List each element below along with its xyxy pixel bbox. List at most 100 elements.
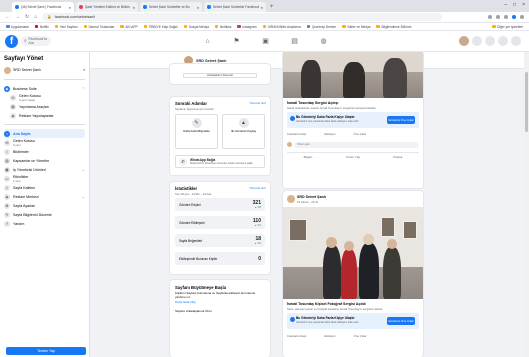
sidebar-item-business-tools[interactable]: ▦ İş Yöneticisi Ürünleri ⌄ (4, 165, 85, 174)
sidebar-item-settings[interactable]: ⚙ Sayfa Ayarları (4, 201, 85, 210)
bookmark[interactable]: Netfloks (214, 25, 231, 29)
profile-icon[interactable] (512, 15, 516, 19)
comment-button[interactable]: Yorum Yap (346, 155, 360, 159)
post-photo[interactable] (283, 52, 423, 98)
like-button[interactable]: Beğen (304, 155, 313, 159)
close-tab-icon[interactable]: × (69, 5, 71, 10)
close-tab-icon[interactable]: × (197, 5, 199, 10)
menu-icon[interactable] (472, 36, 482, 46)
pages-nav-icon[interactable]: ⚑ (229, 34, 244, 48)
boost-post-button[interactable]: Gönderiyi Öne Çıkar (387, 116, 415, 124)
sidebar-item-publishing-tools[interactable]: ▤ Yayınlama Araçları (4, 102, 85, 111)
page-switcher[interactable]: SRD Selvet Şanlı ▾ (4, 65, 85, 75)
person-figure (383, 58, 407, 98)
sidebar-item-home[interactable]: ⌂ Ana Sayfa (4, 129, 85, 138)
post-photo[interactable] (283, 207, 423, 299)
post-metrics: İnsanlara Ulaştı Etkileşim Öne Çıkar (287, 334, 366, 338)
whatsapp-row[interactable]: ✆ WhatsApp Bağla Müşterilerinin WhatsApp… (175, 155, 265, 168)
insight-row[interactable]: Etkileşimde Bulunan Kişiler 0 (175, 252, 265, 265)
home-nav-icon[interactable]: ⌂ (200, 34, 215, 48)
suggestion-card[interactable]: ▲ İlk Gönderini Paylaş (222, 114, 265, 149)
scrollbar[interactable] (524, 52, 529, 357)
star-icon[interactable] (496, 15, 500, 19)
groups-nav-icon[interactable]: ◍ (316, 34, 331, 48)
sidebar-item-scope[interactable]: ▥ Kapsamlar ve Yönetim (4, 156, 85, 165)
sidebar-item-business-suite[interactable]: ◉ Business Suite ⌃ (4, 84, 85, 93)
sidebar-item-inbox-2[interactable]: ✉ Gelen Kutusu 4 yeni (4, 138, 85, 147)
promote-button[interactable]: Tanıtım Yap (6, 347, 86, 355)
marketplace-nav-icon[interactable]: ▤ (287, 34, 302, 48)
see-all-link[interactable]: Tümünü Gör (249, 101, 266, 105)
messenger-icon[interactable] (485, 36, 495, 46)
learn-more-link[interactable]: Daha fazla bilgi (175, 300, 196, 304)
megaphone-icon: ◈ (4, 193, 10, 200)
sidebar-item-notifications[interactable]: ♪ Bildirimler (4, 147, 85, 156)
bookmark[interactable]: AKI APP (120, 24, 138, 29)
bookmark[interactable]: GİRANİ Bilim Araştırma (262, 25, 301, 29)
back-icon[interactable]: ← (5, 14, 10, 20)
sidebar-item-events[interactable]: ▭ Etkinlikler 1 yeni (4, 174, 85, 183)
sidebar-item-ad-tools[interactable]: ◈ Reklam Yayınlayanlar (4, 111, 85, 120)
facebook-search[interactable]: ⚲ Facebook'ta Ara (21, 36, 51, 46)
sidebar-item-page-quality[interactable]: ✓ Sayfa Kalitesi (4, 183, 85, 192)
new-tab-button[interactable]: + (270, 4, 274, 10)
lock-icon: 🔒 (47, 15, 52, 19)
other-bookmarks[interactable]: Diğer yer işaretleri (492, 25, 523, 29)
quality-icon: ✓ (4, 184, 10, 191)
post-page-name[interactable]: SRD Selvet Şanlı (297, 195, 326, 199)
see-all-link[interactable]: Tümünü Gör (249, 186, 266, 190)
facebook-logo-icon[interactable]: f (5, 35, 18, 48)
sidebar-item-sub: 4 yeni mesaj (19, 97, 35, 102)
bookmarks-bar: Uygulamalar Netflix Yeni Sayfam Sarmal T… (0, 23, 529, 31)
bookmark[interactable]: Uygulamalar (6, 25, 29, 29)
bookmark[interactable]: Sarmal Tıklamalar (83, 25, 114, 29)
invite-friends-button[interactable]: Arkadaşlarını Davet Et (183, 73, 257, 78)
bookmark[interactable]: Netflix (34, 25, 49, 29)
bookmark[interactable]: Sosyal Medya (183, 25, 209, 29)
home-icon[interactable]: ⌂ (34, 14, 37, 20)
sidebar-item-edit-page-info[interactable]: ✎ Sayfa Bilgilerini Düzenle (4, 210, 85, 219)
forward-icon[interactable]: → (15, 14, 20, 20)
card-footer[interactable]: Sayfanı Arkadaşlarına Öner (175, 309, 212, 313)
insight-row[interactable]: Gönderi Etkileşimi 110 ▲ %4 (175, 216, 265, 229)
avatar[interactable] (459, 36, 469, 46)
bookmark[interactable]: Instagram (237, 25, 257, 29)
extension-icon[interactable] (504, 15, 508, 19)
account-dropdown-icon[interactable] (511, 36, 521, 46)
comment-input[interactable]: Yorum yaz... (294, 141, 419, 148)
sidebar-item-help[interactable]: ? Yardım (4, 219, 85, 228)
browser-tab[interactable]: Selvet Şanlı Sohbetler ve Bu × (140, 2, 202, 12)
bookmark[interactable]: Vikiler ve Medya (342, 25, 370, 29)
maximize-icon[interactable]: □ (513, 2, 516, 8)
bookmark[interactable]: Bilgilendirme Bölümü (376, 25, 411, 29)
bookmark[interactable]: TİBBİYE Kalp Sağlık (143, 25, 178, 29)
notifications-icon[interactable] (498, 36, 508, 46)
post-title: İsmail Tosuntaş Sergisi Açılışı (287, 101, 339, 105)
browser-tab[interactable]: (46) Selvet Şanlı | Facebook × (12, 2, 74, 12)
bookmark[interactable]: Çevrimiçi Dersler (306, 25, 336, 29)
insight-row[interactable]: Gönderi Erişimi 321 ▲ %8 (175, 198, 265, 211)
minimize-icon[interactable]: – (504, 2, 507, 8)
browser-tab[interactable]: Şanlı Yönetim Kültürü ve Bölüm × (76, 2, 138, 12)
reload-icon[interactable]: ↻ (25, 14, 29, 20)
person-head (363, 234, 374, 245)
sidebar-item-inbox[interactable]: ✉ Gelen Kutusu 4 yeni mesaj (4, 93, 85, 102)
folder-icon (120, 24, 124, 29)
close-tab-icon[interactable]: × (261, 5, 263, 10)
suggestion-card[interactable]: ✎ Daha Fazla Bilgi Ekle (175, 114, 218, 149)
close-tab-icon[interactable]: × (133, 5, 135, 10)
bookmark[interactable]: Yeni Sayfam (54, 25, 78, 29)
boost-post-button[interactable]: Gönderiyi Öne Çıkar (387, 317, 415, 325)
share-button[interactable]: Paylaş (393, 155, 402, 159)
scrollbar-thumb[interactable] (525, 72, 528, 132)
close-window-icon[interactable]: × (522, 2, 525, 8)
address-bar-row: ← → ↻ ⌂ 🔒 facebook.com/selvetsanli (0, 12, 529, 23)
menu-icon[interactable] (520, 15, 524, 19)
watch-nav-icon[interactable]: ▣ (258, 34, 273, 48)
insight-row[interactable]: Sayfa Beğenileri 18 ▲ %2 (175, 234, 265, 247)
url-field[interactable]: 🔒 facebook.com/selvetsanli (42, 13, 443, 21)
sidebar-item-ad-center[interactable]: ◈ Reklam Merkezi ⌄ (4, 192, 85, 201)
browser-tab[interactable]: Selvet Şanlı Sohbetler Facebook × (204, 2, 266, 12)
calendar-icon: ▭ (4, 175, 10, 182)
extension-icon[interactable] (488, 15, 492, 19)
